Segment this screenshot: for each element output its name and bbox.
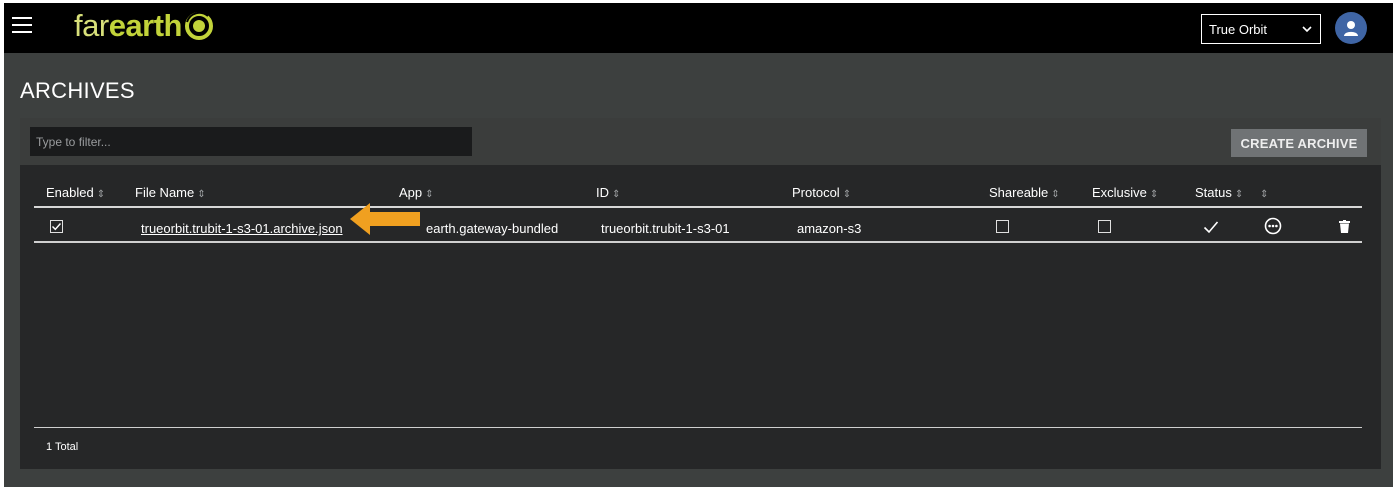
more-options-icon[interactable] <box>1264 217 1282 235</box>
sort-icon: ⇕ <box>197 189 206 200</box>
farearth-logo[interactable]: far earth <box>74 8 214 43</box>
sort-icon: ⇕ <box>1260 189 1269 200</box>
column-header-protocol[interactable]: Protocol ⇕ <box>792 185 851 200</box>
archive-file-link[interactable]: trueorbit.trubit-1-s3-01.archive.json <box>141 221 343 236</box>
top-app-bar: far earth True Orbit <box>4 3 1393 53</box>
total-count: 1 Total <box>46 441 79 453</box>
filter-input[interactable] <box>30 127 472 156</box>
column-header-label: Exclusive <box>1092 185 1147 200</box>
column-header-label: Shareable <box>989 185 1049 200</box>
organization-select[interactable]: True Orbit <box>1201 14 1321 44</box>
page-title: ARCHIVES <box>20 78 135 103</box>
id-cell: trueorbit.trubit-1-s3-01 <box>601 221 730 236</box>
column-header-actions[interactable]: ⇕ <box>1257 185 1268 200</box>
check-icon <box>1203 221 1219 234</box>
sort-icon: ⇕ <box>1149 189 1159 200</box>
column-header-status[interactable]: Status ⇕ <box>1195 185 1243 200</box>
logo-text-far: far <box>74 8 109 43</box>
sort-icon: ⇕ <box>1051 189 1060 200</box>
trash-icon[interactable] <box>1339 220 1350 233</box>
column-header-label: Status <box>1195 185 1232 200</box>
column-header-label: App <box>399 185 423 200</box>
enabled-checkbox[interactable] <box>50 220 63 233</box>
archives-panel: CREATE ARCHIVE Enabled⇕ File Name⇕ App⇕ … <box>20 118 1381 469</box>
exclusive-checkbox[interactable] <box>1098 220 1111 233</box>
column-header-label: File Name <box>135 185 195 200</box>
sort-icon: ⇕ <box>842 189 852 200</box>
sort-icon: ⇕ <box>1234 189 1244 200</box>
column-header-label: Protocol <box>792 185 840 200</box>
app-cell: earth.gateway-bundled <box>426 221 559 236</box>
sort-icon: ⇕ <box>612 189 621 200</box>
column-header-label: ID <box>596 185 609 200</box>
sort-icon: ⇕ <box>425 189 434 200</box>
hamburger-menu-icon[interactable] <box>12 17 32 33</box>
footer-divider <box>34 427 1362 428</box>
annotation-arrow <box>350 203 420 235</box>
user-avatar-icon[interactable] <box>1335 12 1367 44</box>
checkmark-icon <box>52 223 62 231</box>
organization-select-value: True Orbit <box>1209 21 1268 37</box>
app-window: farearth True Orbit ARCHIVES CREATE ARCH… <box>4 3 1393 487</box>
column-header-label: Enabled <box>46 185 94 200</box>
column-header-app[interactable]: App ⇕ <box>399 185 434 200</box>
column-header-enabled[interactable]: Enabled ⇕ <box>46 185 105 200</box>
column-header-exclusive[interactable]: Exclusive ⇕ <box>1092 185 1158 200</box>
column-header-shareable[interactable]: Shareable ⇕ <box>989 185 1060 200</box>
logo-orbit-icon <box>185 11 213 40</box>
logo-text-earth: earth <box>108 8 183 43</box>
create-archive-button[interactable]: CREATE ARCHIVE <box>1231 129 1367 157</box>
column-header-file-name[interactable]: File Name ⇕ <box>135 185 206 200</box>
sort-icon: ⇕ <box>96 189 106 200</box>
protocol-cell: amazon-s3 <box>797 221 862 236</box>
column-header-id[interactable]: ID ⇕ <box>596 185 620 200</box>
header-divider <box>34 206 1362 208</box>
panel-toolbar: CREATE ARCHIVE <box>20 118 1381 165</box>
table-row: trueorbit.trubit-1-s3-01.archive.json ea… <box>34 209 1362 243</box>
shareable-checkbox[interactable] <box>996 220 1009 233</box>
chevron-down-icon <box>1302 25 1312 32</box>
